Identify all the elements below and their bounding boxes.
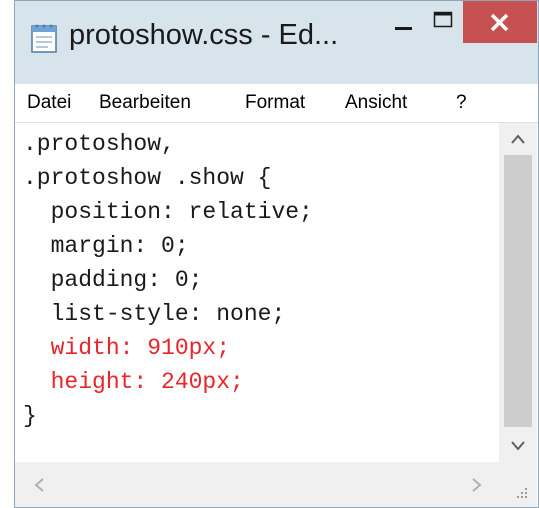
close-button[interactable] <box>463 1 537 43</box>
window-title: protoshow.css - Ed... <box>69 19 339 51</box>
scroll-up-icon[interactable] <box>510 133 526 145</box>
code-line: height: 240px; <box>23 369 244 395</box>
menu-bearbeiten[interactable]: Bearbeiten <box>99 92 191 114</box>
code-line: list-style: none; <box>23 301 286 327</box>
menu-format[interactable]: Format <box>245 92 305 114</box>
menu-help[interactable]: ? <box>456 92 467 114</box>
maximize-button[interactable] <box>423 1 463 43</box>
minimize-button[interactable] <box>383 1 423 43</box>
menu-bar: Datei Bearbeiten Format Ansicht ? <box>15 84 538 123</box>
code-line: padding: 0; <box>23 267 203 293</box>
menu-ansicht[interactable]: Ansicht <box>345 92 407 114</box>
vertical-scroll-thumb[interactable] <box>504 155 532 427</box>
scroll-right-icon[interactable] <box>471 477 483 493</box>
text-editor[interactable]: .protoshow, .protoshow .show { position:… <box>15 123 499 462</box>
code-line: .protoshow, <box>23 131 175 157</box>
code-line: width: 910px; <box>23 335 231 361</box>
notepad-icon <box>31 24 57 53</box>
horizontal-scrollbar[interactable] <box>15 462 537 507</box>
resize-grip-icon[interactable] <box>513 484 529 500</box>
menu-datei[interactable]: Datei <box>27 92 71 114</box>
code-line: margin: 0; <box>23 233 189 259</box>
vertical-scrollbar[interactable] <box>499 123 537 462</box>
maximize-icon <box>433 11 453 28</box>
scroll-left-icon[interactable] <box>33 477 45 493</box>
minimize-icon <box>395 27 412 30</box>
code-line: position: relative; <box>23 199 313 225</box>
title-bar[interactable]: protoshow.css - Ed... <box>15 1 538 84</box>
close-icon <box>490 13 509 32</box>
scroll-down-icon[interactable] <box>510 440 526 452</box>
notepad-window: protoshow.css - Ed... Datei Bearbeiten F… <box>14 0 539 508</box>
code-line: .protoshow .show { <box>23 165 272 191</box>
code-line: } <box>23 403 37 429</box>
